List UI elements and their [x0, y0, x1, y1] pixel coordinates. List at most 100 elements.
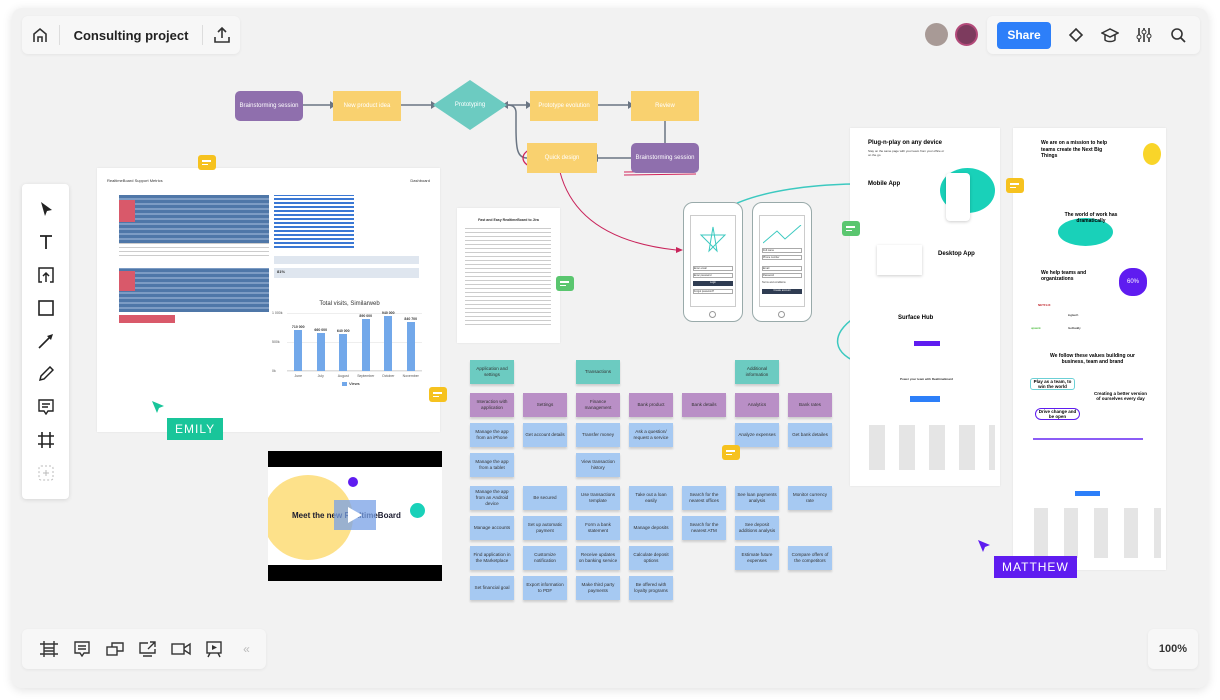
signup-password-field[interactable]: Password	[762, 273, 802, 278]
sticky-note[interactable]: Be offered with loyalty programs	[629, 576, 673, 600]
sticky-note[interactable]: Take out a loan easily	[629, 486, 673, 510]
phone-mockup-login[interactable]: Enter email Enter password Login Forgot …	[683, 202, 743, 322]
export-button[interactable]	[203, 16, 240, 54]
sticky-note[interactable]: Additional information	[735, 360, 779, 384]
sticky-note[interactable]: Search for the nearest ATM	[682, 516, 726, 540]
sticky-note[interactable]: Set up automatic payment	[523, 516, 567, 540]
comment-icon[interactable]	[722, 445, 740, 460]
sticky-note[interactable]: Get account details	[523, 423, 567, 447]
shape-tool[interactable]	[28, 291, 64, 324]
document-card[interactable]: Fast and Easy RealtimeBoard to Jira	[457, 208, 560, 343]
sticky-note[interactable]: Make third party payments	[576, 576, 620, 600]
flow-node-brainstorming-2[interactable]: Brainstorming session	[631, 143, 699, 173]
share-button[interactable]: Share	[997, 21, 1051, 49]
flow-node-new-product-idea[interactable]: New product idea	[333, 91, 401, 121]
sticky-note[interactable]: Compare offers of the competitors	[788, 546, 832, 570]
video-embed[interactable]: Meet the new RealtimeBoard	[268, 451, 442, 581]
sticky-note[interactable]: Customize notification	[523, 546, 567, 570]
cards-button[interactable]	[65, 629, 98, 669]
sticky-note[interactable]: Application and settings	[470, 360, 514, 384]
signup-email-field[interactable]: Email	[762, 266, 802, 271]
comment-icon[interactable]	[842, 221, 860, 236]
pen-tool[interactable]	[28, 357, 64, 390]
comment-icon[interactable]	[198, 155, 216, 170]
sticky-note[interactable]: Manage deposits	[629, 516, 673, 540]
board-title[interactable]: Consulting project	[60, 28, 203, 43]
webpage-mockup-1[interactable]: Plug-n-play on any device Stay on the sa…	[850, 128, 1000, 486]
create-account-button[interactable]: Create account	[762, 289, 802, 294]
sticky-note[interactable]: Use transactions template	[576, 486, 620, 510]
sticky-note[interactable]: Calculate deposit options	[629, 546, 673, 570]
sticky-note[interactable]: Export information to PDF	[523, 576, 567, 600]
screens-button[interactable]	[98, 629, 131, 669]
surface-cta[interactable]	[914, 341, 940, 346]
flow-node-review[interactable]: Review	[631, 91, 699, 121]
search-button[interactable]	[1161, 16, 1195, 54]
collaborator-avatar-1[interactable]	[925, 23, 948, 46]
sticky-note[interactable]: Ask a question/ request a service	[629, 423, 673, 447]
comment-icon[interactable]	[429, 387, 447, 402]
sticky-note[interactable]: Settings	[523, 393, 567, 417]
frames-button[interactable]	[32, 629, 65, 669]
sticky-note[interactable]: Finance management	[576, 393, 620, 417]
video-call-button[interactable]	[164, 629, 197, 669]
comment-icon[interactable]	[556, 276, 574, 291]
whiteboard-canvas[interactable]: Brainstorming session New product idea P…	[12, 8, 1208, 688]
sticky-note[interactable]: Manage the app from a tablet	[470, 453, 514, 477]
presentation-button[interactable]	[197, 629, 230, 669]
sticky-note[interactable]: Interaction with application	[470, 393, 514, 417]
play-button[interactable]	[334, 500, 376, 530]
sticky-note[interactable]: Set financial goal	[470, 576, 514, 600]
sticky-note[interactable]: Search for the nearest offices	[682, 486, 726, 510]
sticky-note[interactable]: View transaction history	[576, 453, 620, 477]
dashboard-card[interactable]: RealtimeBoard Support Metrics Dashboard …	[97, 168, 440, 432]
phone-field[interactable]: Phone number	[762, 255, 802, 260]
web1-cta[interactable]	[910, 396, 940, 402]
sticky-note[interactable]: Bank product	[629, 393, 673, 417]
flow-node-prototype-evolution[interactable]: Prototype evolution	[530, 91, 598, 121]
forgot-password-link[interactable]: Forgot password?	[693, 289, 733, 294]
web2-cta[interactable]	[1075, 491, 1100, 496]
terms-checkbox[interactable]: Terms and conditions	[762, 281, 786, 284]
sticky-note[interactable]: Be secured	[523, 486, 567, 510]
webpage-mockup-2[interactable]: We are on a mission to help teams create…	[1013, 128, 1166, 570]
sticky-note[interactable]: Get bank detailes	[788, 423, 832, 447]
email-field[interactable]: Enter email	[693, 266, 733, 271]
sticky-note[interactable]: Manage the app from an Android device	[470, 486, 514, 510]
more-tools-button[interactable]	[28, 456, 64, 489]
login-button[interactable]: Login	[693, 281, 733, 286]
sticky-note[interactable]: Manage the app from an iPhone	[470, 423, 514, 447]
sticky-note[interactable]: Manage accounts	[470, 516, 514, 540]
text-tool[interactable]	[28, 225, 64, 258]
sticky-note[interactable]: Estimate future expenses	[735, 546, 779, 570]
zoom-level[interactable]: 100%	[1148, 629, 1198, 669]
comment-icon[interactable]	[1006, 178, 1024, 193]
select-tool[interactable]	[28, 192, 64, 225]
collapse-toolbar-button[interactable]: «	[230, 629, 263, 669]
flow-node-brainstorming[interactable]: Brainstorming session	[235, 91, 303, 121]
notifications-button[interactable]	[1059, 16, 1093, 54]
sticky-note[interactable]: Transactions	[576, 360, 620, 384]
upload-tool[interactable]	[28, 258, 64, 291]
arrow-tool[interactable]	[28, 324, 64, 357]
sticky-note[interactable]: Bank details	[682, 393, 726, 417]
sticky-note[interactable]: Transfer money	[576, 423, 620, 447]
sticky-note[interactable]: Analyze expenses	[735, 423, 779, 447]
sticky-note[interactable]: Analytics	[735, 393, 779, 417]
sticky-note[interactable]: Bank rates	[788, 393, 832, 417]
sticky-note[interactable]: See loan payments analysis	[735, 486, 779, 510]
frame-tool[interactable]	[28, 423, 64, 456]
flow-node-prototyping[interactable]: Prototyping	[433, 80, 507, 130]
flow-node-quick-design[interactable]: Quick design	[527, 143, 597, 173]
home-button[interactable]	[22, 16, 59, 54]
phone-mockup-signup[interactable]: Full name Phone number Email Password Te…	[752, 202, 812, 322]
collaborator-avatar-2[interactable]	[955, 23, 978, 46]
full-name-field[interactable]: Full name	[762, 248, 802, 253]
settings-button[interactable]	[1127, 16, 1161, 54]
comment-tool[interactable]	[28, 390, 64, 423]
sticky-note[interactable]: Receive updates on banking service	[576, 546, 620, 570]
password-field[interactable]: Enter password	[693, 273, 733, 278]
sticky-note[interactable]: Monitor currency rate	[788, 486, 832, 510]
sticky-note[interactable]: See deposit additions analysis	[735, 516, 779, 540]
sticky-note[interactable]: Find application in the Marketplace	[470, 546, 514, 570]
